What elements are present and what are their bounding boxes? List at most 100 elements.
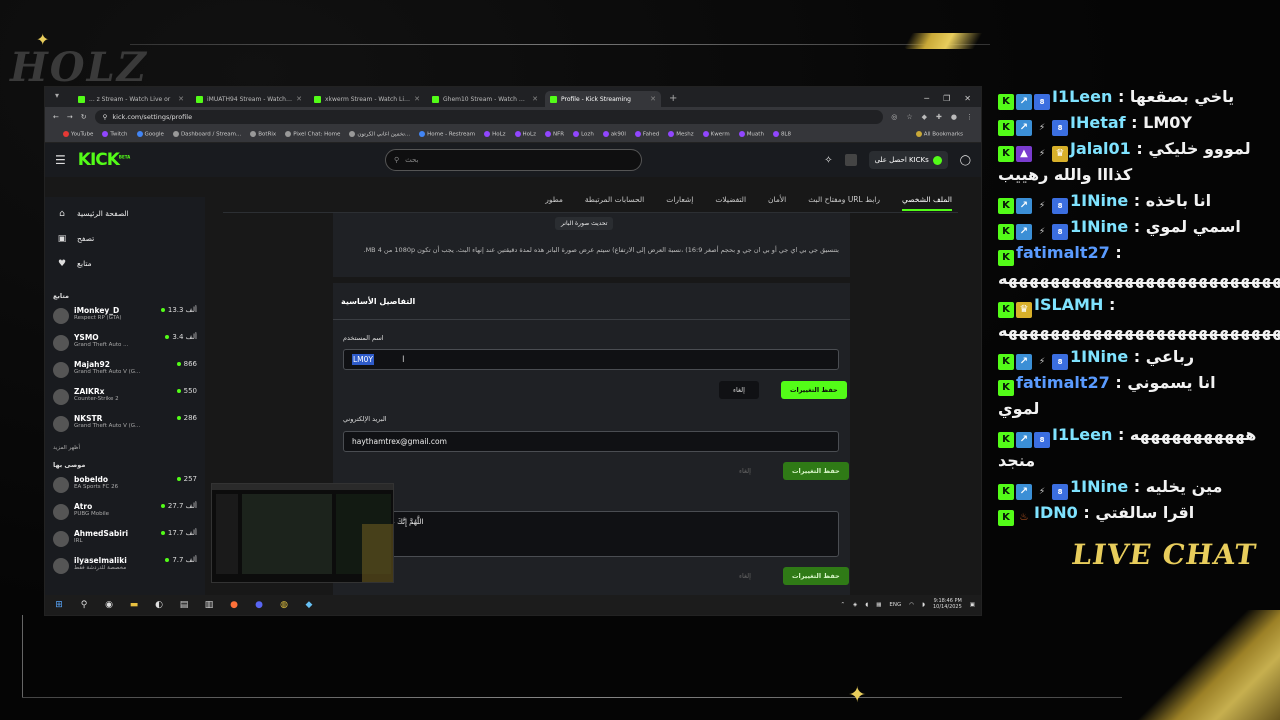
save-bio-button[interactable]: حفظ التغييرات: [783, 567, 849, 585]
notification-icon[interactable]: ▣: [970, 602, 975, 608]
search-input[interactable]: ⚲ بحث: [385, 149, 642, 171]
bookmark-item[interactable]: Dashboard / Stream...: [172, 131, 241, 138]
profile-avatar-icon[interactable]: ●: [951, 113, 957, 121]
bookmark-item[interactable]: Home - Restream: [419, 131, 475, 138]
close-icon[interactable]: ✕: [650, 95, 656, 103]
bookmark-item[interactable]: Lozh: [573, 131, 594, 138]
chat-username[interactable]: fatimalt27: [1016, 373, 1110, 392]
bookmark-item[interactable]: Google: [136, 131, 164, 138]
forward-icon[interactable]: →: [67, 113, 73, 121]
chat-username[interactable]: ISLAMH: [1034, 295, 1103, 314]
app-icon[interactable]: ▥: [203, 600, 215, 610]
username-field[interactable]: LM0Y I: [343, 349, 839, 370]
chrome-icon[interactable]: ◍: [278, 600, 290, 610]
bookmark-item[interactable]: HoLz: [484, 131, 506, 138]
bookmark-item[interactable]: BotRix: [250, 131, 276, 138]
all-bookmarks[interactable]: All Bookmarks: [915, 131, 963, 138]
save-email-button[interactable]: حفظ التغييرات: [783, 462, 849, 480]
sidebar-channel[interactable]: bobeldo EA Sports FC 26 257: [53, 475, 197, 502]
tab-connected-accounts[interactable]: الحسابات المرتبطة: [585, 195, 644, 204]
browser-tab-active[interactable]: Profile - Kick Streaming ✕: [545, 91, 661, 107]
hamburger-menu-icon[interactable]: ☰: [55, 153, 66, 167]
chat-username[interactable]: IDN0: [1034, 503, 1078, 522]
cancel-username-button[interactable]: إلغاء: [719, 381, 759, 399]
save-username-button[interactable]: حفظ التغييرات: [781, 381, 847, 399]
email-field[interactable]: haythamtrex@gmail.com: [343, 431, 839, 452]
sidebar-channel[interactable]: YSMO Grand Theft Auto ... 3.4 ألف: [53, 333, 197, 360]
firefox-icon[interactable]: ●: [228, 600, 240, 610]
bookmark-item[interactable]: تخمين اغاني الكرتون...: [349, 131, 410, 138]
chat-username[interactable]: Jalal01: [1070, 139, 1131, 158]
cancel-email-button[interactable]: إلغاء: [725, 462, 765, 480]
terminal-icon[interactable]: ▤: [178, 600, 190, 610]
tab-developer[interactable]: مطور: [545, 195, 563, 204]
chat-username[interactable]: 1INine: [1070, 477, 1128, 496]
close-icon[interactable]: ✕: [296, 95, 302, 103]
minimize-icon[interactable]: ─: [924, 94, 929, 103]
tab-notifications[interactable]: إشعارات: [666, 195, 693, 204]
sidebar-channel[interactable]: Majah92 Grand Theft Auto V (G... 866: [53, 360, 197, 387]
tab-stream-url-key[interactable]: رابط URL ومفتاح البث: [808, 195, 880, 204]
browser-tab[interactable]: xkwerm Stream - Watch Live o ✕: [309, 91, 425, 107]
site-info-icon[interactable]: ⚲: [103, 113, 108, 121]
sidebar-channel[interactable]: ilyaselmaliki مخصصة للدردشة فقط 7.7 ألف: [53, 556, 197, 583]
chat-username[interactable]: 1INine: [1070, 191, 1128, 210]
sidebar-channel[interactable]: iMonkey_D Respect RP (GTA) 13.3 ألف: [53, 306, 197, 333]
bookmark-item[interactable]: NFR: [544, 131, 564, 138]
browser-tab[interactable]: Ghem10 Stream - Watch Live o ✕: [427, 91, 543, 107]
bookmark-item[interactable]: YouTube: [63, 131, 93, 138]
language-indicator[interactable]: ENG: [889, 602, 901, 608]
address-bar[interactable]: ⚲ kick.com/settings/profile: [94, 110, 884, 124]
sidebar-channel[interactable]: NKSTR Grand Theft Auto V (G... 286: [53, 414, 197, 441]
file-explorer-icon[interactable]: ▬: [128, 600, 140, 610]
volume-icon[interactable]: ◗: [922, 602, 925, 608]
clock[interactable]: 9:18:46 PM 10/14/2025: [933, 598, 962, 611]
kick-logo[interactable]: KICKBETA: [78, 150, 130, 170]
chat-username[interactable]: 1INine: [1070, 217, 1128, 236]
sidebar-item-browse[interactable]: ▣ تصفح: [53, 226, 197, 251]
maximize-icon[interactable]: ❐: [943, 94, 950, 103]
back-icon[interactable]: ←: [53, 113, 59, 121]
wifi-icon[interactable]: ◠: [909, 602, 914, 608]
bookmark-item[interactable]: Meshz: [668, 131, 694, 138]
chat-username[interactable]: I1Leen: [1052, 425, 1112, 444]
bio-textarea[interactable]: اللَّهُمَّ إِنَّكَ عَفُوٌّ كَرِيمٌ تُحِب…: [343, 511, 839, 557]
app-icon[interactable]: ◐: [153, 600, 165, 610]
puzzle-icon[interactable]: ✚: [936, 113, 942, 121]
menu-dots-icon[interactable]: ⋮: [966, 113, 973, 121]
close-window-icon[interactable]: ✕: [964, 94, 971, 103]
obs-icon[interactable]: ◉: [103, 600, 115, 610]
cancel-bio-button[interactable]: إلغاء: [725, 567, 765, 585]
sidebar-channel[interactable]: ZAIKRx Counter-Strike 2 550: [53, 387, 197, 414]
windows-start-icon[interactable]: ⊞: [53, 600, 65, 610]
chat-bubble-icon[interactable]: ◯: [960, 155, 971, 166]
steam-icon[interactable]: ◆: [303, 600, 315, 610]
show-more-link[interactable]: أظهر المزيد: [53, 445, 197, 451]
tab-profile[interactable]: الملف الشخصي: [902, 195, 952, 211]
tray-chevron-icon[interactable]: ⌃: [840, 602, 845, 608]
get-kicks-button[interactable]: احصل على KICKs: [868, 151, 948, 169]
bookmark-item[interactable]: Pixel Chat: Home: [285, 131, 340, 138]
chat-username[interactable]: I1Leen: [1052, 87, 1112, 106]
user-avatar[interactable]: [844, 154, 857, 166]
bookmark-item[interactable]: HoLz: [514, 131, 536, 138]
discord-icon[interactable]: ●: [253, 600, 265, 610]
tray-icon[interactable]: ◈: [853, 602, 857, 608]
lens-icon[interactable]: ◎: [891, 113, 897, 121]
close-icon[interactable]: ✕: [178, 95, 184, 103]
search-icon[interactable]: ⚲: [78, 600, 90, 610]
chat-username[interactable]: fatimalt27: [1016, 243, 1110, 262]
tab-search-icon[interactable]: ▾: [55, 91, 67, 103]
bookmark-item[interactable]: 8L8: [772, 131, 791, 138]
bookmark-star-icon[interactable]: ☆: [906, 113, 912, 121]
extension-icon[interactable]: ◆: [922, 113, 927, 121]
tab-security[interactable]: الأمان: [768, 195, 786, 204]
tab-preferences[interactable]: التفضيلات: [715, 195, 746, 204]
new-tab-button[interactable]: +: [669, 93, 677, 104]
creator-icon[interactable]: ✧: [824, 155, 832, 166]
bookmark-item[interactable]: Kwerm: [702, 131, 730, 138]
bookmark-item[interactable]: ak90l: [602, 131, 626, 138]
close-icon[interactable]: ✕: [532, 95, 538, 103]
speaker-icon[interactable]: ◖: [865, 602, 868, 608]
sidebar-item-home[interactable]: ⌂ الصفحة الرئيسية: [53, 201, 197, 226]
